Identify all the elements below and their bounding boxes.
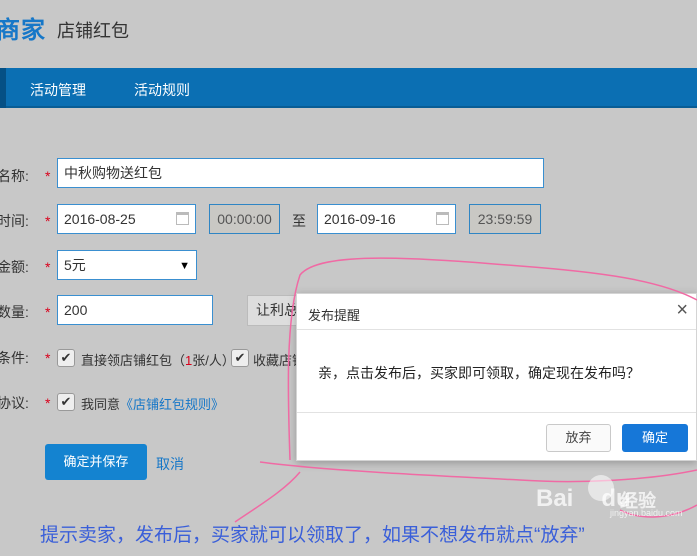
required-mark: * [45,395,51,411]
annotation-circle [259,461,697,483]
dialog-header: 发布提醒 × [297,294,696,330]
logo: 商家 [0,17,46,44]
date-separator: 至 [292,213,306,229]
condition-checkbox-direct[interactable]: ✔ [57,349,75,367]
required-mark: * [45,259,51,275]
close-icon[interactable]: × [676,300,688,320]
condition-label: 条件: [0,350,29,366]
nav-item-activity-management[interactable]: 活动管理 [30,80,86,100]
watermark-url: jingyan.baidu.com [610,508,683,518]
required-mark: * [45,213,51,229]
end-time-input[interactable]: 23:59:59 [469,204,541,234]
dialog-footer: 放弃 确定 [297,412,696,462]
amount-value: 5元 [64,257,86,273]
watermark-brand-part: Bai [536,485,574,512]
option-text: 直接领店铺红包（ [81,353,186,368]
time-label: 时间: [0,213,29,229]
name-label: 名称: [0,168,29,184]
amount-select[interactable]: 5元 ▼ [57,250,197,280]
dialog-message: 亲，点击发布后，买家即可领取，确定现在发布吗？ [318,365,640,381]
required-mark: * [45,168,51,184]
name-input[interactable]: 中秋购物送红包 [57,158,544,188]
nav-accent [0,68,6,108]
required-mark: * [45,350,51,366]
annotation-caption: 提示卖家，发布后，买家就可以领取了，如果不想发布就点“放弃” [40,525,585,546]
dialog-cancel-button[interactable]: 放弃 [546,424,611,452]
page-title: 店铺红包 [57,21,129,41]
page-header: 商家 店铺红包 [0,0,697,68]
start-time-input[interactable]: 00:00:00 [209,204,280,234]
condition-checkbox-favorite[interactable]: ✔ [231,349,249,367]
chevron-down-icon: ▼ [179,260,190,272]
option-text: 张/人） [192,353,235,368]
top-nav: 活动管理 活动规则 [0,68,697,108]
annotation-pointer [234,471,301,523]
dialog-confirm-button[interactable]: 确定 [622,424,688,452]
agreement-prefix: 我同意 [81,397,121,412]
rules-link[interactable]: 《店铺红包规则》 [120,397,224,412]
save-button[interactable]: 确定并保存 [45,444,147,480]
amount-label: 金额: [0,259,29,275]
agreement-text: 我同意《店铺红包规则》 [81,394,224,413]
calendar-icon[interactable] [176,212,189,225]
start-date-input[interactable]: 2016-08-25 [57,204,196,234]
agreement-checkbox[interactable]: ✔ [57,393,75,411]
dialog-title: 发布提醒 [308,308,361,323]
calendar-icon[interactable] [436,212,449,225]
quantity-input[interactable]: 200 [57,295,213,325]
required-mark: * [45,304,51,320]
publish-dialog: 发布提醒 × 亲，点击发布后，买家即可领取，确定现在发布吗？ 放弃 确定 [296,293,697,461]
agreement-label: 协议: [0,395,29,411]
start-date-value: 2016-08-25 [64,211,136,227]
nav-item-activity-rules[interactable]: 活动规则 [134,80,190,100]
cancel-link[interactable]: 取消 [156,454,184,474]
end-date-value: 2016-09-16 [324,211,396,227]
baidu-watermark: Bai du 经验 jingyan.baidu.com [536,475,697,521]
condition-option-direct: 直接领店铺红包（1张/人） [81,350,235,369]
quantity-label: 数量: [0,304,29,320]
end-date-input[interactable]: 2016-09-16 [317,204,456,234]
condition-option-favorite: 收藏店铺 [253,353,296,368]
